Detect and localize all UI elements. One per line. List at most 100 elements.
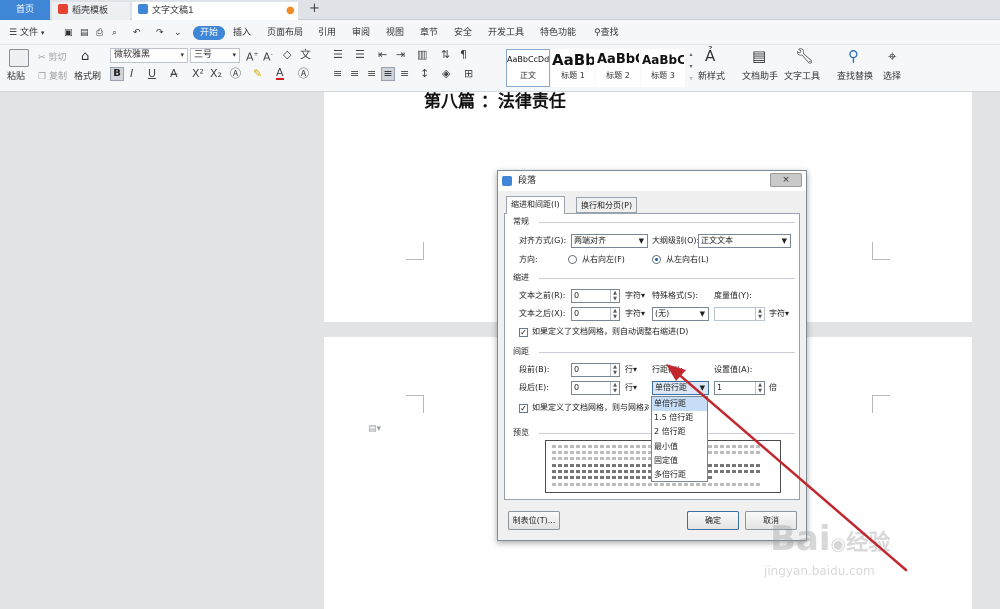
space-before-unit[interactable]: 行▾	[625, 364, 637, 376]
chinese-layout-icon[interactable]: ▥	[417, 48, 427, 62]
bold-icon[interactable]: B	[110, 67, 124, 81]
new-style-button[interactable]: 新样式	[698, 69, 725, 82]
indent-before-input[interactable]: 0 ▲ ▼	[571, 289, 620, 303]
menu-special[interactable]: 特色功能	[540, 26, 576, 40]
redo-icon[interactable]: ↷	[156, 26, 164, 40]
tab-template[interactable]: 稻壳模板	[52, 2, 130, 20]
decrease-indent-icon[interactable]: ⇤	[378, 48, 387, 62]
numbering-icon[interactable]: ☰	[355, 48, 365, 62]
text-effect-icon[interactable]: Ⓐ	[230, 67, 241, 81]
ltr-radio[interactable]	[652, 255, 661, 264]
dialog-close-button[interactable]: ×	[770, 173, 802, 187]
search-command[interactable]: ⚲查找	[594, 26, 619, 40]
clear-format-icon[interactable]: ◇	[283, 48, 291, 62]
paste-icon[interactable]	[9, 49, 29, 67]
menu-security[interactable]: 安全	[454, 26, 472, 40]
find-replace-button[interactable]: 查找替换	[837, 69, 873, 82]
format-painter-button[interactable]: 格式刷	[74, 69, 101, 82]
pinyin-icon[interactable]: 文	[300, 48, 311, 62]
quick-access-chevron-icon[interactable]: ⌄	[174, 26, 182, 40]
style-heading-3[interactable]: AaBbC 标题 3	[641, 49, 685, 87]
indent-grid-checkbox[interactable]: ✓	[519, 328, 528, 337]
new-tab-button[interactable]: +	[309, 1, 320, 16]
justify-icon[interactable]: ≡	[381, 67, 395, 81]
option-double[interactable]: 2 倍行距	[652, 425, 707, 439]
option-exactly[interactable]: 固定值	[652, 454, 707, 468]
spinner-icon[interactable]: ▲ ▼	[610, 364, 619, 376]
menu-view[interactable]: 视图	[386, 26, 404, 40]
export-pdf-icon[interactable]: ▤	[80, 26, 89, 40]
align-right-icon[interactable]: ≡	[367, 67, 376, 81]
tab-document[interactable]: 文字文稿1 ●	[132, 2, 298, 20]
space-before-input[interactable]: 0 ▲ ▼	[571, 363, 620, 377]
undo-icon[interactable]: ↶	[133, 26, 141, 40]
space-after-input[interactable]: 0 ▲ ▼	[571, 381, 620, 395]
underline-icon[interactable]: U	[148, 67, 156, 81]
indent-after-input[interactable]: 0 ▲ ▼	[571, 307, 620, 321]
bullets-icon[interactable]: ☰	[333, 48, 343, 62]
cut-button[interactable]: ✂ 剪切	[38, 50, 66, 63]
subscript-icon[interactable]: X₂	[210, 67, 222, 81]
char-border-icon[interactable]: Ⓐ	[298, 67, 309, 81]
option-1-5[interactable]: 1.5 倍行距	[652, 411, 707, 425]
distributed-icon[interactable]: ≡	[400, 67, 409, 81]
select-button[interactable]: 选择	[883, 69, 901, 82]
menu-page-layout[interactable]: 页面布局	[267, 26, 303, 40]
highlight-icon[interactable]: ✎	[253, 67, 262, 81]
text-tools-button[interactable]: 文字工具	[784, 69, 820, 82]
spinner-icon[interactable]: ▲ ▼	[610, 382, 619, 394]
print-icon[interactable]: ⎙	[96, 26, 103, 40]
space-after-unit[interactable]: 行▾	[625, 382, 637, 394]
set-value-input[interactable]: 1 ▲ ▼	[714, 381, 765, 395]
grow-font-icon[interactable]: A+	[246, 48, 259, 65]
tab-indent-spacing[interactable]: 缩进和间距(I)	[506, 196, 565, 214]
indent-before-unit[interactable]: 字符▾	[625, 290, 645, 302]
print-preview-icon[interactable]: ⌕	[112, 26, 117, 40]
style-normal[interactable]: AaBbCcDd 正文	[506, 49, 550, 87]
menu-insert[interactable]: 插入	[233, 26, 251, 40]
special-format-select[interactable]: (无) ▼	[652, 307, 709, 321]
style-gallery-scroll-icon[interactable]: ▴ ▾ ▿	[687, 49, 695, 87]
outline-level-select[interactable]: 正文文本 ▼	[698, 234, 791, 248]
spinner-icon[interactable]: ▲ ▼	[610, 308, 619, 320]
measure-input[interactable]: ▲ ▼	[714, 307, 765, 321]
ok-button[interactable]: 确定	[687, 511, 739, 530]
style-heading-2[interactable]: AaBbC 标题 2	[596, 49, 640, 87]
tab-home[interactable]: 首页	[0, 0, 50, 20]
measure-unit[interactable]: 字符▾	[769, 308, 789, 320]
option-at-least[interactable]: 最小值	[652, 440, 707, 454]
menu-references[interactable]: 引用	[318, 26, 336, 40]
borders-icon[interactable]: ⊞	[464, 67, 473, 81]
shrink-font-icon[interactable]: A-	[263, 48, 273, 65]
strikethrough-icon[interactable]: A̶	[170, 67, 178, 81]
align-center-icon[interactable]: ≡	[350, 67, 359, 81]
paste-button[interactable]: 粘贴	[7, 69, 25, 82]
font-size-combo[interactable]: 三号 ▾	[190, 48, 240, 63]
option-single[interactable]: 单倍行距	[652, 397, 707, 412]
shading-icon[interactable]: ◈	[442, 67, 450, 81]
save-icon[interactable]: ▣	[64, 26, 73, 40]
spacing-grid-checkbox[interactable]: ✓	[519, 404, 528, 413]
file-menu[interactable]: ☰ 文件 ▾	[9, 26, 44, 40]
menu-chapter[interactable]: 章节	[420, 26, 438, 40]
increase-indent-icon[interactable]: ⇥	[396, 48, 405, 62]
line-spacing-icon[interactable]: ↕	[420, 67, 429, 81]
alignment-select[interactable]: 两端对齐 ▼	[571, 234, 648, 248]
spinner-icon[interactable]: ▲ ▼	[755, 308, 764, 320]
indent-after-unit[interactable]: 字符▾	[625, 308, 645, 320]
menu-dev-tools[interactable]: 开发工具	[488, 26, 524, 40]
doc-assistant-button[interactable]: 文档助手	[742, 69, 778, 82]
tabs-button[interactable]: 制表位(T)...	[508, 511, 560, 530]
copy-button[interactable]: ❐ 复制	[38, 69, 67, 82]
font-color-icon[interactable]: A	[276, 67, 284, 80]
document-heading[interactable]: 第八篇 ：法律责任	[424, 87, 566, 112]
sort-icon[interactable]: ⇅	[441, 48, 450, 62]
spinner-icon[interactable]: ▲ ▼	[610, 290, 619, 302]
paragraph-handle-icon[interactable]: ▤▾	[368, 424, 381, 434]
font-name-combo[interactable]: 微软雅黑 ▾	[110, 48, 188, 63]
show-marks-icon[interactable]: ¶	[460, 48, 467, 62]
italic-icon[interactable]: I	[130, 67, 133, 81]
option-multiple[interactable]: 多倍行距	[652, 468, 707, 482]
spinner-icon[interactable]: ▲ ▼	[755, 382, 764, 394]
menu-start[interactable]: 开始	[193, 26, 226, 40]
